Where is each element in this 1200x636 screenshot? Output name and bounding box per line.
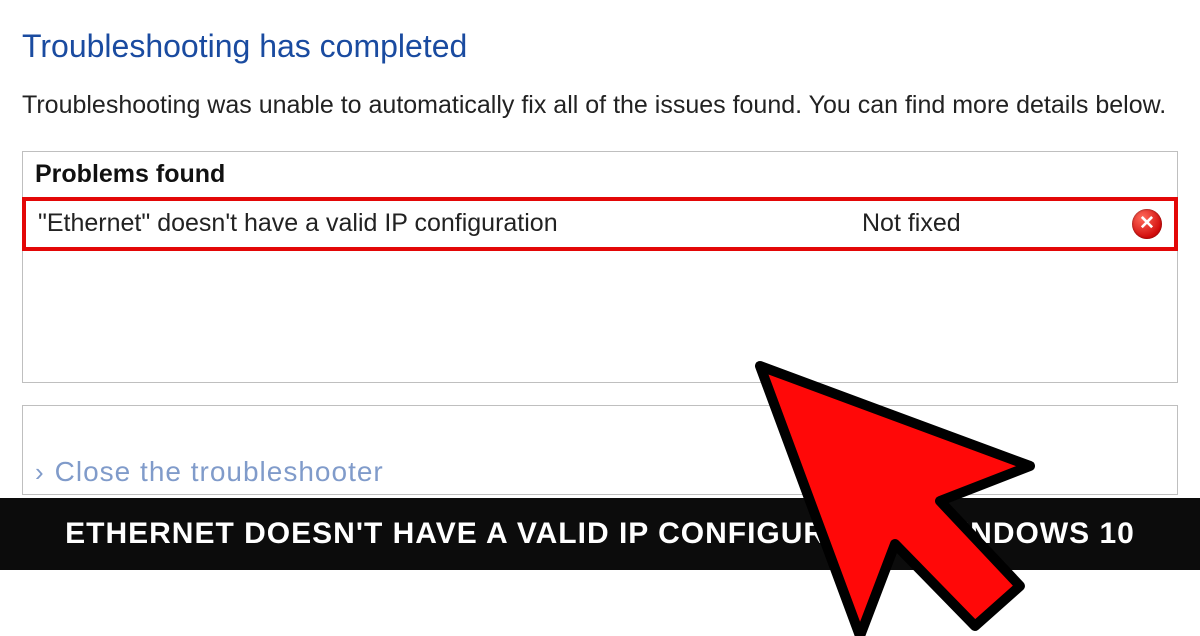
page-title: Troubleshooting has completed (0, 0, 1200, 83)
problems-header: Problems found (23, 152, 1177, 198)
chevron-right-icon: › (35, 457, 45, 487)
close-label: Close the troubleshooter (55, 456, 384, 487)
error-icon: ✕ (1132, 209, 1162, 239)
problem-description: "Ethernet" doesn't have a valid IP confi… (38, 209, 862, 238)
problem-row[interactable]: "Ethernet" doesn't have a valid IP confi… (26, 201, 1174, 247)
red-arrow-cursor-icon (730, 336, 1150, 636)
close-troubleshooter-link[interactable]: › Close the troubleshooter (35, 456, 384, 488)
highlight-frame: "Ethernet" doesn't have a valid IP confi… (22, 197, 1178, 251)
problem-status: Not fixed (862, 209, 1132, 238)
page-subtitle: Troubleshooting was unable to automatica… (0, 83, 1200, 151)
